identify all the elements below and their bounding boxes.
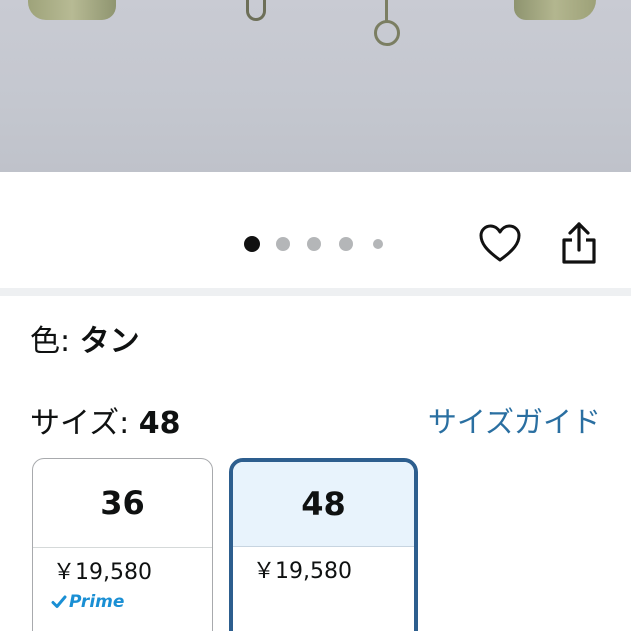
carousel-dot[interactable] (307, 237, 321, 251)
size-option-48-selected[interactable]: 48 ￥19,580 (229, 458, 418, 631)
carousel-dot[interactable] (276, 237, 290, 251)
carousel-dot-active[interactable] (244, 236, 260, 252)
product-fabric-right (514, 0, 596, 20)
section-divider (0, 288, 631, 296)
size-option-36[interactable]: 36 ￥19,580 Prime (32, 458, 213, 631)
prime-badge: Prime (33, 588, 212, 612)
carousel-dot[interactable] (373, 239, 383, 249)
heart-outline-icon[interactable] (478, 222, 522, 266)
product-fabric-left (28, 0, 116, 20)
product-image[interactable] (0, 0, 631, 172)
image-carousel-controls (0, 172, 631, 290)
color-label: 色: (30, 324, 71, 359)
size-label: サイズ: (30, 406, 130, 441)
product-page: 色: タン サイズ: 48 サイズガイド 36 ￥19,580 Prime 48… (0, 0, 631, 631)
size-option-label: 48 (233, 462, 414, 547)
drawstring-cord-line (385, 0, 388, 22)
drawstring-toggle (374, 20, 400, 46)
prime-label: Prime (69, 592, 125, 612)
size-value: 48 (138, 406, 181, 441)
share-icon[interactable] (558, 220, 600, 266)
color-value: タン (79, 324, 140, 359)
size-option-price: ￥19,580 (253, 559, 352, 584)
checkmark-icon (51, 595, 67, 608)
carousel-dot[interactable] (339, 237, 353, 251)
size-option-label: 36 (33, 459, 212, 548)
size-selection: サイズ: 48 (30, 404, 181, 444)
size-option-price: ￥19,580 (53, 560, 152, 585)
size-guide-link[interactable]: サイズガイド (428, 402, 601, 442)
drawstring-cord (246, 0, 266, 21)
color-selection: 色: タン (30, 322, 140, 362)
